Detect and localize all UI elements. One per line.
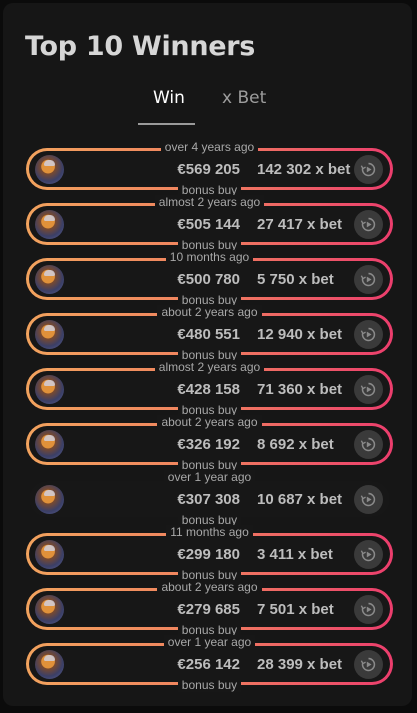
active-tab-indicator bbox=[138, 123, 195, 125]
replay-button[interactable] bbox=[354, 375, 383, 404]
winner-row: €428 158 71 360 x bet almost 2 years ago… bbox=[26, 360, 393, 417]
winner-row: €505 144 27 417 x bet almost 2 years ago… bbox=[26, 195, 393, 252]
win-amount: €500 780 bbox=[177, 271, 240, 288]
replay-icon bbox=[360, 327, 376, 342]
win-time-label: almost 2 years ago bbox=[26, 195, 393, 209]
winner-row: €569 205 142 302 x bet over 4 years ago … bbox=[26, 140, 393, 197]
win-time-label: about 2 years ago bbox=[26, 580, 393, 594]
win-amount: €505 144 bbox=[177, 216, 240, 233]
winner-card-body: €326 192 8 692 x bet bbox=[29, 426, 390, 462]
replay-button[interactable] bbox=[354, 485, 383, 514]
replay-button[interactable] bbox=[354, 155, 383, 184]
replay-icon bbox=[360, 217, 376, 232]
win-time-label: over 1 year ago bbox=[26, 470, 393, 484]
win-amount: €569 205 bbox=[177, 161, 240, 178]
win-time-label: almost 2 years ago bbox=[26, 360, 393, 374]
win-time-label: over 4 years ago bbox=[26, 140, 393, 154]
win-time-label: about 2 years ago bbox=[26, 305, 393, 319]
win-amount: €279 685 bbox=[177, 601, 240, 618]
panel-title: Top 10 Winners bbox=[25, 31, 256, 62]
winners-panel: Top 10 Winners Win x Bet €569 205 142 30… bbox=[3, 3, 412, 706]
replay-button[interactable] bbox=[354, 650, 383, 679]
replay-button[interactable] bbox=[354, 210, 383, 239]
winner-row: €307 308 10 687 x bet over 1 year ago bo… bbox=[26, 470, 393, 527]
tab-win[interactable]: Win bbox=[153, 88, 185, 108]
replay-icon bbox=[360, 162, 376, 177]
winner-row: €500 780 5 750 x bet 10 months ago bonus… bbox=[26, 250, 393, 307]
win-amount: €307 308 bbox=[177, 491, 240, 508]
winner-row: €279 685 7 501 x bet about 2 years ago b… bbox=[26, 580, 393, 637]
replay-icon bbox=[360, 382, 376, 397]
win-time-label: over 1 year ago bbox=[26, 635, 393, 649]
winner-card-body: €256 142 28 399 x bet bbox=[29, 646, 390, 682]
win-amount: €428 158 bbox=[177, 381, 240, 398]
winner-card-body: €480 551 12 940 x bet bbox=[29, 316, 390, 352]
winner-row: €299 180 3 411 x bet 11 months ago bonus… bbox=[26, 525, 393, 582]
winner-row: €326 192 8 692 x bet about 2 years ago b… bbox=[26, 415, 393, 472]
tab-bar: Win x Bet bbox=[3, 88, 412, 128]
replay-button[interactable] bbox=[354, 540, 383, 569]
win-type-label: bonus buy bbox=[26, 678, 393, 692]
replay-icon bbox=[360, 602, 376, 617]
win-time-label: 11 months ago bbox=[26, 525, 393, 539]
win-amount: €326 192 bbox=[177, 436, 240, 453]
replay-button[interactable] bbox=[354, 595, 383, 624]
replay-button[interactable] bbox=[354, 430, 383, 459]
replay-icon bbox=[360, 437, 376, 452]
replay-icon bbox=[360, 657, 376, 672]
replay-icon bbox=[360, 272, 376, 287]
replay-icon bbox=[360, 492, 376, 507]
win-amount: €256 142 bbox=[177, 656, 240, 673]
replay-button[interactable] bbox=[354, 320, 383, 349]
winner-card-body: €569 205 142 302 x bet bbox=[29, 151, 390, 187]
winner-card-body: €299 180 3 411 x bet bbox=[29, 536, 390, 572]
winner-card-body: €428 158 71 360 x bet bbox=[29, 371, 390, 407]
winner-card-body: €500 780 5 750 x bet bbox=[29, 261, 390, 297]
replay-button[interactable] bbox=[354, 265, 383, 294]
win-time-label: 10 months ago bbox=[26, 250, 393, 264]
win-amount: €299 180 bbox=[177, 546, 240, 563]
win-amount: €480 551 bbox=[177, 326, 240, 343]
winner-card-body: €279 685 7 501 x bet bbox=[29, 591, 390, 627]
win-time-label: about 2 years ago bbox=[26, 415, 393, 429]
winner-card-body: €505 144 27 417 x bet bbox=[29, 206, 390, 242]
winner-card-body: €307 308 10 687 x bet bbox=[29, 481, 390, 517]
tab-x-bet[interactable]: x Bet bbox=[222, 88, 266, 108]
winner-row: €256 142 28 399 x bet over 1 year ago bo… bbox=[26, 635, 393, 692]
winner-row: €480 551 12 940 x bet about 2 years ago … bbox=[26, 305, 393, 362]
replay-icon bbox=[360, 547, 376, 562]
